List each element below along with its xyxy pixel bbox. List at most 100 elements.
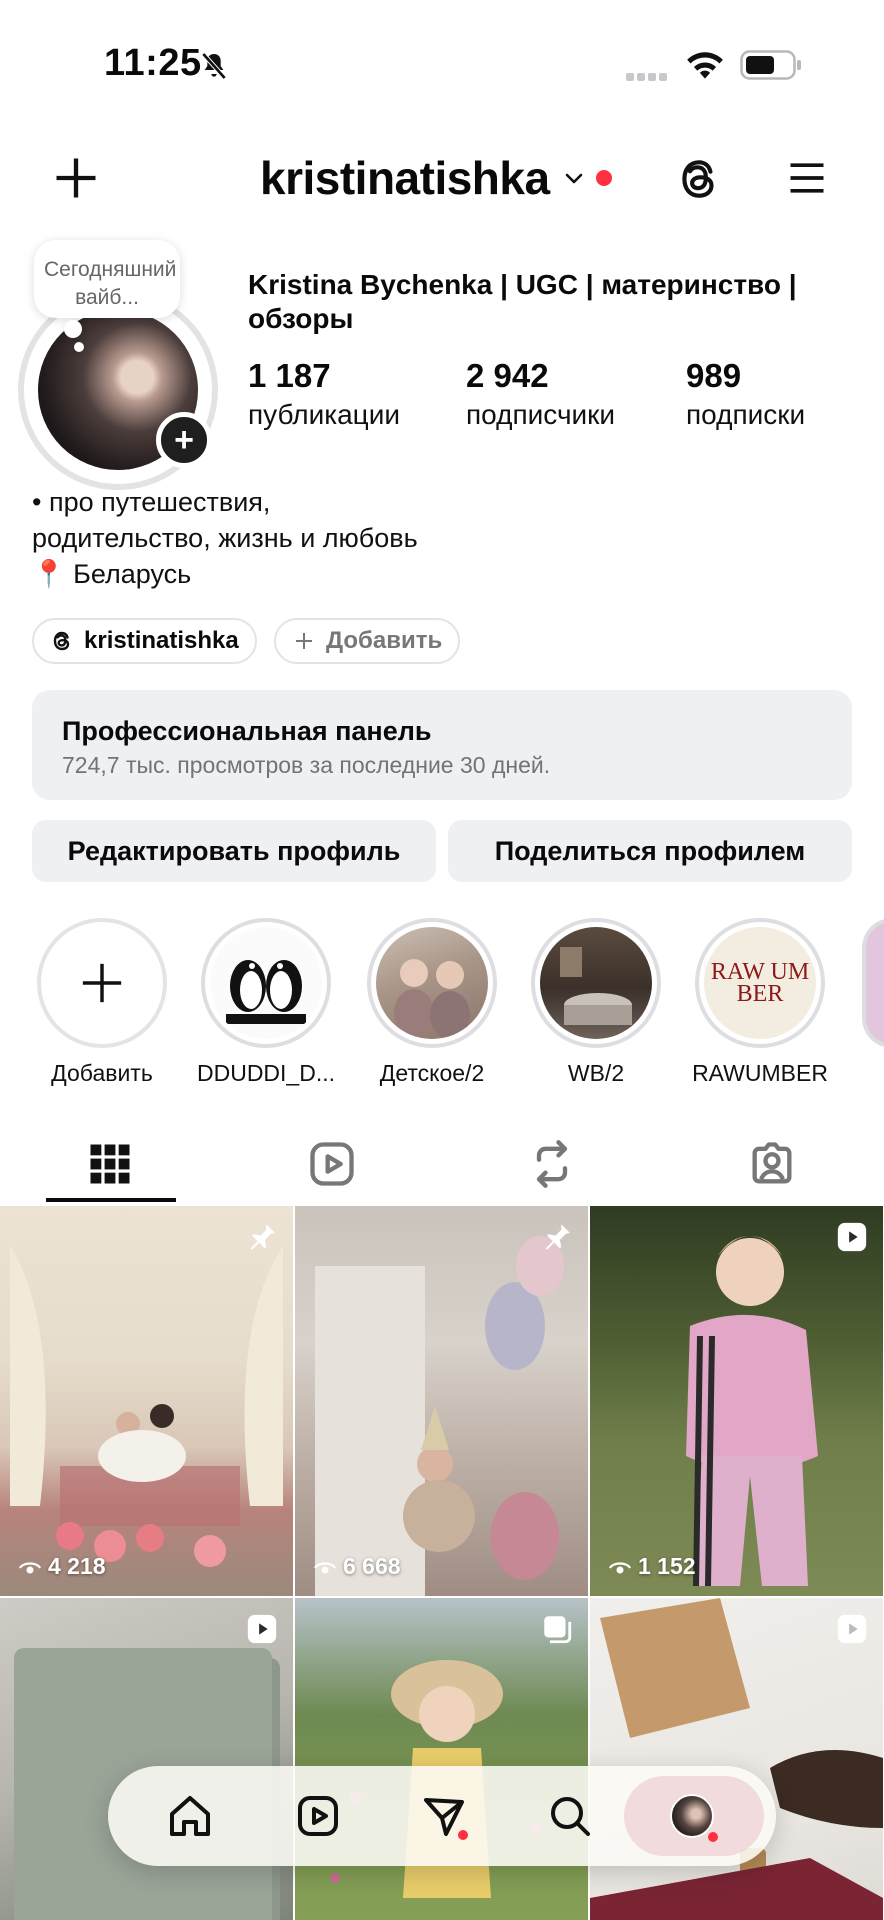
interior-photo xyxy=(560,947,632,1025)
profile-note[interactable]: Сегодняшний вайб... xyxy=(34,240,180,318)
plus-icon: + xyxy=(174,421,194,459)
profile-header: kristinatishka xyxy=(0,130,884,240)
add-story-button[interactable]: + xyxy=(156,412,212,468)
stat-label: подписки xyxy=(686,399,806,430)
stat-following[interactable]: 989 подписки xyxy=(686,356,805,434)
reels-icon[interactable] xyxy=(294,1792,342,1840)
post-image xyxy=(686,1236,818,1587)
view-count-text: 1 152 xyxy=(638,1553,696,1579)
create-post-icon[interactable] xyxy=(50,152,102,204)
content-tabs xyxy=(0,1120,884,1210)
penguins-logo-icon xyxy=(226,960,306,1024)
reel-icon xyxy=(247,1614,277,1644)
stat-value: 2 942 xyxy=(466,357,549,394)
status-time: 11:25 xyxy=(104,42,202,84)
search-icon[interactable] xyxy=(546,1792,594,1840)
highlight-add[interactable]: Добавить xyxy=(32,918,172,1088)
view-count: 1 152 xyxy=(608,1553,696,1580)
active-tab-indicator xyxy=(46,1198,176,1202)
eye-icon xyxy=(609,1561,631,1573)
stat-label: публикации xyxy=(248,399,400,430)
kids-photo xyxy=(394,959,470,1039)
share-profile-button[interactable]: Поделиться профилем xyxy=(448,820,852,882)
rawumber-logo: RAW UM BER xyxy=(704,927,816,1039)
highlight-label: Детское/2 xyxy=(379,1060,485,1086)
note-tail xyxy=(64,320,82,338)
chevron-down-icon xyxy=(565,173,582,184)
cellular-signal-icon xyxy=(626,68,672,81)
stat-value: 1 187 xyxy=(248,357,331,394)
professional-dashboard[interactable]: Профессиональная панель 724,7 тыс. просм… xyxy=(32,690,852,800)
view-count-text: 4 218 xyxy=(48,1553,106,1579)
status-bar: 11:25 xyxy=(0,0,884,130)
home-icon[interactable] xyxy=(166,1792,214,1840)
highlight-label: RAWUMBER xyxy=(692,1060,828,1086)
highlight-partial[interactable] xyxy=(862,918,884,1048)
battery-icon xyxy=(740,50,801,80)
account-switcher[interactable]: kristinatishka xyxy=(260,148,612,208)
plus-icon xyxy=(296,633,312,649)
edit-profile-button[interactable]: Редактировать профиль xyxy=(32,820,436,882)
post-image xyxy=(330,1660,541,1898)
threads-icon[interactable] xyxy=(674,152,724,206)
post-tile[interactable] xyxy=(0,1598,293,1920)
reposts-tab-icon[interactable] xyxy=(526,1138,578,1190)
profile-tab-avatar[interactable] xyxy=(670,1794,714,1838)
pin-icon xyxy=(545,1224,570,1250)
chip-label: kristinatishka xyxy=(84,627,239,654)
pro-panel-subtitle: 724,7 тыс. просмотров за последние 30 дн… xyxy=(62,752,551,778)
highlight-ring xyxy=(201,918,331,1048)
highlight-ring xyxy=(367,918,497,1048)
view-count: 6 668 xyxy=(313,1553,401,1580)
post-image xyxy=(10,1246,283,1567)
reel-icon xyxy=(837,1614,867,1644)
post-image xyxy=(315,1236,564,1596)
plus-icon xyxy=(82,963,122,1003)
highlight-cover xyxy=(210,927,322,1039)
highlight-label: Добавить xyxy=(51,1060,153,1086)
post-image xyxy=(590,1598,883,1920)
highlight-ring: RAW UM BER xyxy=(695,918,825,1048)
stat-followers[interactable]: 2 942 подписчики xyxy=(466,356,615,434)
notification-dot xyxy=(595,170,612,186)
grid-tab-icon[interactable] xyxy=(84,1138,136,1190)
profile-notification-dot xyxy=(708,1832,718,1842)
highlight-cover xyxy=(376,927,488,1039)
wifi-icon xyxy=(687,52,723,79)
post-tile[interactable]: 6 668 xyxy=(295,1206,588,1596)
post-tile[interactable] xyxy=(295,1598,588,1920)
view-count: 4 218 xyxy=(18,1553,106,1580)
highlight-label: DDUDDI_D... xyxy=(196,1060,335,1086)
highlight-rawumber[interactable]: RAW UM BER RAWUMBER xyxy=(690,918,830,1088)
hamburger-menu-icon[interactable] xyxy=(784,156,830,200)
pro-panel-title: Профессиональная панель xyxy=(62,716,432,746)
view-count-text: 6 668 xyxy=(343,1553,401,1579)
stat-value: 989 xyxy=(686,357,742,394)
display-name: Kristina Bychenka | UGC | материнство | … xyxy=(248,269,797,334)
add-link-chip[interactable]: Добавить xyxy=(274,618,461,664)
highlight-cover xyxy=(540,927,652,1039)
eye-icon xyxy=(19,1561,41,1573)
threads-link-chip[interactable]: kristinatishka xyxy=(32,618,257,664)
bottom-navigation xyxy=(108,1766,776,1866)
post-tile[interactable]: 4 218 xyxy=(0,1206,293,1596)
bio-line: родительство, жизнь и любовь xyxy=(32,523,418,553)
stat-label: подписчики xyxy=(466,399,616,430)
highlight-dduddi[interactable]: DDUDDI_D... xyxy=(196,918,336,1088)
highlight-kids[interactable]: Детское/2 xyxy=(362,918,502,1088)
username: kristinatishka xyxy=(260,152,550,204)
reels-tab-icon[interactable] xyxy=(306,1138,358,1190)
tagged-tab-icon[interactable] xyxy=(746,1138,798,1190)
stat-posts[interactable]: 1 187 публикации xyxy=(248,356,400,434)
post-image xyxy=(14,1648,280,1920)
highlight-ring xyxy=(531,918,661,1048)
post-tile[interactable]: 1 152 xyxy=(590,1206,883,1596)
bell-muted-icon xyxy=(201,52,227,80)
threads-icon xyxy=(53,631,70,651)
eye-icon xyxy=(314,1561,336,1573)
bio: • про путешествия, родительство, жизнь и… xyxy=(32,484,418,592)
highlight-wb[interactable]: WB/2 xyxy=(526,918,666,1088)
note-tail-small xyxy=(74,342,84,352)
carousel-icon xyxy=(544,1616,572,1644)
post-tile[interactable] xyxy=(590,1598,883,1920)
